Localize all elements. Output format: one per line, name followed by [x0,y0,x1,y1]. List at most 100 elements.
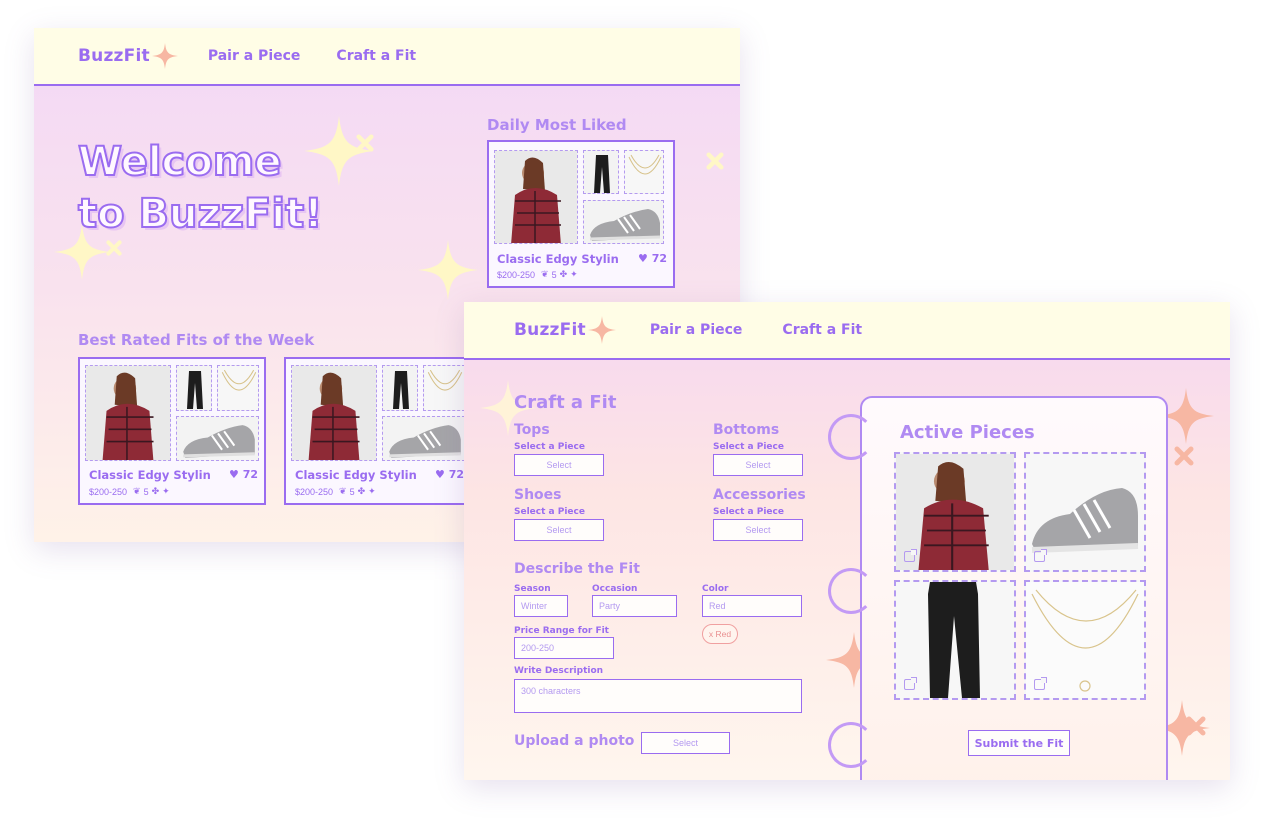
open-external-icon[interactable] [904,549,917,562]
active-pieces-heading: Active Pieces [900,422,1035,443]
top-piece-image [494,150,578,244]
leaf-icon: ❦ [339,486,347,496]
bottom-piece-image [176,365,212,411]
bottom-piece-image [583,150,619,194]
party-icon: ✦ [368,486,376,496]
open-external-icon[interactable] [1034,549,1047,562]
active-top-slot[interactable] [894,452,1016,572]
fit-title: Classic Edgy Stylin [295,468,417,482]
shoes-hint: Select a Piece [514,507,585,517]
description-label: Write Description [514,666,604,676]
active-bottom-slot[interactable] [894,580,1016,700]
like-count[interactable]: ♥ 72 [638,252,667,265]
maple-icon: ✤ [559,269,568,279]
heart-icon: ♥ [638,252,648,265]
like-count-value: 72 [242,468,259,481]
accessories-heading: Accessories [713,487,806,503]
craft-screen: BuzzFit Pair a Piece Craft a Fit Craft a… [464,302,1230,780]
season-label: Season [514,584,551,594]
rating-value: 5 [349,486,355,497]
best-fit-card[interactable]: Classic Edgy Stylin ♥ 72 $200-250 ❦ 5 ✤ … [284,357,472,505]
describe-heading: Describe the Fit [514,561,640,577]
leaf-icon: ❦ [541,269,549,279]
upload-label: Upload a photo [514,733,635,749]
sparkle-decoration [706,152,724,170]
bottoms-select-button[interactable]: Select [713,454,803,476]
accessory-piece-image [423,365,465,411]
top-piece-image [291,365,377,461]
leaf-icon: ❦ [133,486,141,496]
active-accessory-slot[interactable] [1024,580,1146,700]
sparkle-icon [587,316,616,344]
hero-title: Welcome to BuzzFit! [77,136,323,240]
color-chip[interactable]: x Red [702,624,738,644]
notebook-ring [828,568,874,614]
occasion-label: Occasion [592,584,638,594]
upload-select-button[interactable]: Select [641,732,730,754]
accessories-select-button[interactable]: Select [713,519,803,541]
nav-craft-a-fit[interactable]: Craft a Fit [782,322,862,338]
price-range: $200-250 [89,486,128,497]
like-count-value: 72 [651,252,668,265]
sparkle-decoration [106,240,122,256]
heart-icon: ♥ [229,468,239,481]
like-count-value: 72 [448,468,465,481]
shoe-piece-image [382,416,465,461]
bottoms-hint: Select a Piece [713,442,784,452]
shoes-select-button[interactable]: Select [514,519,604,541]
color-field[interactable]: Red [702,595,802,617]
fit-meta: $200-250 ❦ 5 ✤ ✦ [295,486,376,497]
shoe-piece-image [583,200,664,244]
top-nav: BuzzFit Pair a Piece Craft a Fit [464,302,1230,360]
maple-icon: ✤ [151,486,160,496]
sparkle-decoration [1174,446,1194,466]
top-piece-image [85,365,171,461]
active-pieces-panel: Active Pieces Submit the Fit [860,396,1168,780]
sparkle-decoration [1186,716,1206,736]
brand-logo[interactable]: BuzzFit [514,320,586,340]
season-field[interactable]: Winter [514,595,568,617]
sparkle-icon [151,43,178,69]
shoes-heading: Shoes [514,487,562,503]
party-icon: ✦ [162,486,170,496]
rating-value: 5 [551,269,557,280]
notebook-ring [828,414,874,460]
tops-heading: Tops [514,422,550,438]
nav-craft-a-fit[interactable]: Craft a Fit [336,48,416,64]
bottom-piece-image [382,365,418,411]
like-count[interactable]: ♥ 72 [229,468,258,481]
sparkle-decoration [418,240,478,300]
open-external-icon[interactable] [904,677,917,690]
daily-fit-card[interactable]: Classic Edgy Stylin ♥ 72 $200-250 ❦ 5 ✤ … [487,140,675,288]
description-field[interactable]: 300 characters [514,679,802,713]
open-external-icon[interactable] [1034,677,1047,690]
price-range: $200-250 [295,486,334,497]
hero-line-2: to BuzzFit! [77,190,323,238]
tops-hint: Select a Piece [514,442,585,452]
notebook-ring [828,722,874,768]
submit-fit-button[interactable]: Submit the Fit [968,730,1070,756]
accessory-piece-image [217,365,259,411]
shoe-piece-image [176,416,259,461]
nav-pair-a-piece[interactable]: Pair a Piece [208,48,301,64]
craft-title: Craft a Fit [514,392,617,413]
occasion-field[interactable]: Party [592,595,677,617]
like-count[interactable]: ♥ 72 [435,468,464,481]
price-range-field[interactable]: 200-250 [514,637,614,659]
active-shoe-slot[interactable] [1024,452,1146,572]
best-rated-heading: Best Rated Fits of the Week [78,331,315,349]
tops-select-button[interactable]: Select [514,454,604,476]
top-nav: BuzzFit Pair a Piece Craft a Fit [34,28,740,86]
nav-pair-a-piece[interactable]: Pair a Piece [650,322,743,338]
maple-icon: ✤ [357,486,366,496]
daily-most-liked-heading: Daily Most Liked [487,116,627,134]
price-range: $200-250 [497,269,536,280]
brand-logo[interactable]: BuzzFit [78,46,150,66]
best-fit-card[interactable]: Classic Edgy Stylin ♥ 72 $200-250 ❦ 5 ✤ … [78,357,266,505]
accessory-piece-image [624,150,664,194]
hero-line-1: Welcome [77,138,283,186]
fit-meta: $200-250 ❦ 5 ✤ ✦ [89,486,170,497]
party-icon: ✦ [570,269,578,279]
fit-title: Classic Edgy Stylin [89,468,211,482]
fit-meta: $200-250 ❦ 5 ✤ ✦ [497,269,578,280]
